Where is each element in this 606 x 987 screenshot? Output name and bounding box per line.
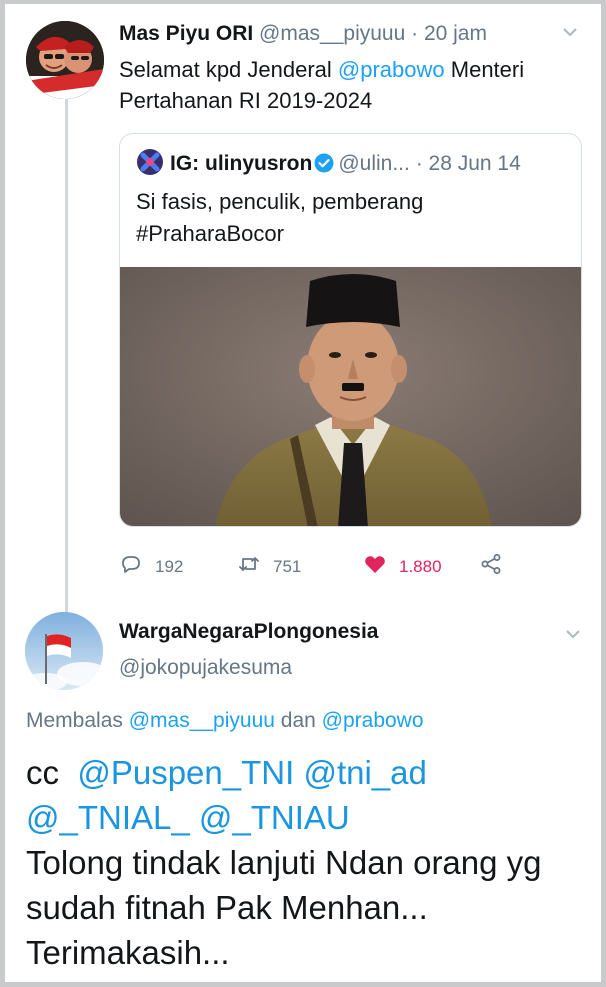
- quoted-author-avatar: [136, 148, 164, 176]
- like-count: 1.880: [399, 556, 442, 576]
- quoted-date: 28 Jun 14: [428, 152, 521, 175]
- replying-prefix: Membalas: [26, 709, 129, 732]
- author-name[interactable]: Mas Piyu ORI: [119, 22, 253, 45]
- reply-author-avatar[interactable]: [25, 612, 103, 690]
- tweet-time[interactable]: 20 jam: [424, 22, 487, 45]
- quoted-author-name: IG: ulinyusron: [170, 152, 313, 175]
- tweet-action-bar: 192 751 1.880: [119, 552, 519, 582]
- quoted-tweet-text: Si fasis, penculik, pemberang #PraharaBo…: [136, 186, 566, 250]
- replying-user-link[interactable]: @mas__piyuuu: [129, 709, 275, 732]
- thread-connector-line: [65, 98, 68, 613]
- quoted-tweet-photo[interactable]: [120, 267, 581, 526]
- like-button[interactable]: 1.880: [363, 552, 442, 581]
- mention-links[interactable]: @Puspen_TNI @tni_ad: [77, 754, 427, 791]
- heart-icon: [363, 552, 387, 581]
- tweet-text-before: Selamat kpd Jenderal: [119, 57, 338, 82]
- retweet-button[interactable]: 751: [237, 552, 301, 581]
- share-button[interactable]: [479, 552, 503, 581]
- reply-button[interactable]: 192: [119, 552, 183, 581]
- retweet-count: 751: [273, 556, 302, 576]
- header-separator: ·: [405, 22, 424, 45]
- reply-mentions-line: cc @Puspen_TNI @tni_ad: [26, 750, 596, 795]
- quoted-author-handle: @ulin...: [338, 152, 410, 175]
- retweet-icon: [237, 552, 261, 581]
- quoted-separator: ·: [409, 152, 429, 175]
- reply-chevron-down-icon[interactable]: [563, 624, 583, 649]
- reply-text: cc @Puspen_TNI @tni_ad @_TNIAL_ @_TNIAU …: [26, 750, 596, 975]
- quoted-hashtag: #PraharaBocor: [136, 221, 284, 246]
- screenshot-frame: Mas Piyu ORI @mas__piyuuu · 20 jam Selam…: [5, 4, 601, 982]
- mention-link[interactable]: @prabowo: [338, 57, 445, 82]
- verified-badge-icon: [314, 153, 334, 173]
- reply-icon: [119, 552, 143, 581]
- author-avatar[interactable]: [26, 21, 104, 99]
- author-handle[interactable]: @mas__piyuuu: [259, 22, 405, 45]
- quoted-text-line: Si fasis, penculik, pemberang: [136, 189, 424, 214]
- tweet-header: Mas Piyu ORI @mas__piyuuu · 20 jam: [119, 20, 581, 48]
- tweet-text: Selamat kpd Jenderal @prabowo Menteri Pe…: [119, 54, 589, 116]
- replying-to-line: Membalas @mas__piyuuu dan @prabowo: [26, 709, 424, 733]
- author-avatar-image: [26, 21, 104, 99]
- quoted-tweet-card[interactable]: IG: ulinyusron @ulin... · 28 Jun 14 Si fa…: [119, 133, 582, 527]
- replying-user-link[interactable]: @prabowo: [322, 709, 424, 732]
- share-icon: [479, 552, 503, 581]
- replying-and: dan: [274, 709, 322, 732]
- reply-count: 192: [155, 556, 184, 576]
- chevron-down-icon[interactable]: [560, 22, 580, 47]
- cc-label: cc: [26, 754, 59, 791]
- quoted-tweet-header: IG: ulinyusron @ulin... · 28 Jun 14: [136, 148, 521, 178]
- reply-author-avatar-image: [25, 612, 103, 690]
- reply-author-name[interactable]: WargaNegaraPlongonesia: [119, 620, 378, 644]
- reply-message: Tolong tindak lanjuti Ndan orang yg suda…: [26, 844, 542, 971]
- reply-author-handle[interactable]: @jokopujakesuma: [119, 656, 292, 680]
- mention-links[interactable]: @_TNIAL_ @_TNIAU: [26, 795, 596, 840]
